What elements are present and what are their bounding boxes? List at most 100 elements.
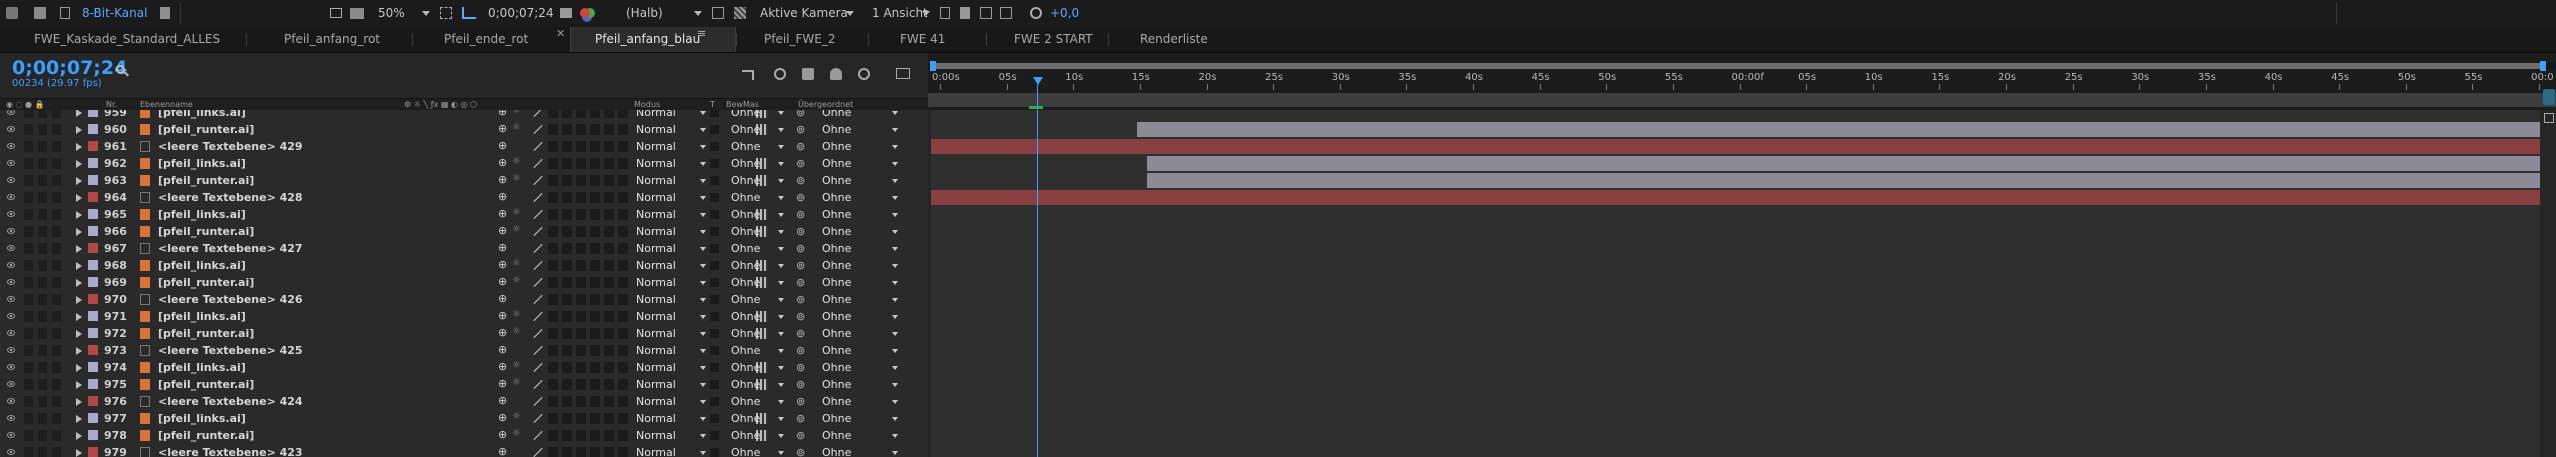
label-color-swatch[interactable]: [88, 311, 98, 321]
collapse-switch-icon[interactable]: ☼: [512, 275, 521, 286]
visibility-eye-icon[interactable]: [7, 126, 15, 132]
blend-mode-select[interactable]: Normal: [636, 223, 676, 240]
visibility-eye-icon[interactable]: [7, 245, 15, 251]
layer-switch-box[interactable]: [618, 209, 628, 220]
layer-switch-box[interactable]: [618, 294, 628, 305]
shy-switch-icon[interactable]: ⊕: [498, 224, 507, 237]
layer-name[interactable]: <leere Textebene> 425: [158, 342, 303, 359]
lock-switch[interactable]: [52, 110, 61, 118]
layer-name[interactable]: [pfeil_runter.ai]: [158, 274, 254, 291]
lock-switch[interactable]: [52, 345, 61, 356]
layer-switch-box[interactable]: [590, 226, 600, 237]
view-layout-select[interactable]: 1 Ansicht: [872, 0, 928, 27]
layer-switch-box[interactable]: [590, 379, 600, 390]
track-matte-select[interactable]: Ohne: [731, 376, 760, 393]
preserve-transparency-checkbox[interactable]: [710, 295, 719, 304]
layer-switch-box[interactable]: [618, 124, 628, 135]
quality-switch-icon[interactable]: [533, 277, 543, 288]
layer-switch-box[interactable]: [562, 396, 572, 407]
lock-switch[interactable]: [52, 447, 61, 457]
parent-dropdown-arrow[interactable]: [892, 128, 898, 132]
parent-pickwhip-icon[interactable]: ⊚: [796, 427, 805, 444]
layer-switch-box[interactable]: [604, 192, 614, 203]
parent-select[interactable]: Ohne: [822, 240, 851, 257]
playhead-handle[interactable]: [1033, 77, 1043, 85]
bit-depth-toggle[interactable]: 8-Bit-Kanal: [82, 0, 147, 27]
quality-switch-icon[interactable]: [533, 243, 543, 254]
expand-triangle-icon[interactable]: [76, 330, 82, 338]
layer-name[interactable]: [pfeil_runter.ai]: [158, 172, 254, 189]
resolution-select[interactable]: (Halb): [626, 0, 663, 27]
parent-select[interactable]: Ohne: [822, 291, 851, 308]
blend-mode-dropdown-arrow[interactable]: [700, 264, 706, 268]
layer-switch-box[interactable]: [576, 192, 586, 203]
parent-pickwhip-icon[interactable]: ⊚: [796, 308, 805, 325]
solo-switch[interactable]: [38, 243, 47, 254]
parent-select[interactable]: Ohne: [822, 427, 851, 444]
tab-fwe-kaskade-standard-alles[interactable]: FWE_Kaskade_Standard_ALLES: [34, 27, 220, 52]
parent-select[interactable]: Ohne: [822, 444, 851, 457]
solo-switch[interactable]: [38, 430, 47, 441]
visibility-eye-icon[interactable]: [7, 110, 15, 115]
parent-dropdown-arrow[interactable]: [892, 196, 898, 200]
layer-row[interactable]: 979 <leere Textebene> 423 ⊕ Normal Ohne ⊚ Ohne: [0, 444, 928, 457]
preserve-transparency-checkbox[interactable]: [710, 176, 719, 185]
layer-switch-box[interactable]: [618, 413, 628, 424]
label-color-swatch[interactable]: [88, 226, 98, 236]
zoom-dropdown-arrow[interactable]: [422, 11, 430, 16]
comp-mini-flowchart-icon[interactable]: [742, 70, 754, 80]
label-color-swatch[interactable]: [88, 277, 98, 287]
blend-mode-dropdown-arrow[interactable]: [700, 128, 706, 132]
layer-switch-box[interactable]: [548, 311, 558, 322]
layer-switch-box[interactable]: [590, 328, 600, 339]
expand-triangle-icon[interactable]: [76, 381, 82, 389]
lock-switch[interactable]: [52, 260, 61, 271]
parent-pickwhip-icon[interactable]: ⊚: [796, 155, 805, 172]
layer-switch-box[interactable]: [562, 362, 572, 373]
quality-switch-icon[interactable]: [533, 192, 543, 203]
audio-switch[interactable]: [24, 311, 33, 322]
parent-select[interactable]: Ohne: [822, 172, 851, 189]
lock-switch[interactable]: [52, 175, 61, 186]
quality-switch-icon[interactable]: [533, 345, 543, 356]
layer-switch-box[interactable]: [604, 379, 614, 390]
layer-switch-box[interactable]: [576, 110, 586, 118]
layer-switch-box[interactable]: [590, 430, 600, 441]
layer-row[interactable]: 977 [pfeil_links.ai] ⊕ ☼ Normal Ohne ⊚ Ohne: [0, 410, 928, 428]
expand-triangle-icon[interactable]: [76, 245, 82, 253]
composition-icon[interactable]: [60, 7, 70, 19]
preserve-transparency-checkbox[interactable]: [710, 110, 719, 117]
layer-switch-box[interactable]: [576, 277, 586, 288]
blend-mode-select[interactable]: Normal: [636, 155, 676, 172]
shy-switch-icon[interactable]: ⊕: [498, 110, 507, 118]
blend-mode-dropdown-arrow[interactable]: [700, 162, 706, 166]
layer-switch-box[interactable]: [618, 260, 628, 271]
track-matte-dropdown-arrow[interactable]: [778, 128, 784, 132]
layer-duration-bar[interactable]: [931, 139, 2540, 154]
track-matte-dropdown-arrow[interactable]: [778, 230, 784, 234]
layer-switch-box[interactable]: [576, 413, 586, 424]
layer-switch-box[interactable]: [618, 362, 628, 373]
fast-previews-icon[interactable]: [960, 7, 970, 19]
comp-button-icon[interactable]: [2543, 89, 2555, 105]
expand-triangle-icon[interactable]: [76, 364, 82, 372]
layer-switch-box[interactable]: [604, 158, 614, 169]
preserve-transparency-checkbox[interactable]: [710, 244, 719, 253]
shy-switch-icon[interactable]: ⊕: [498, 258, 507, 271]
region-of-interest-icon[interactable]: [712, 7, 724, 19]
layer-row[interactable]: 973 <leere Textebene> 425 ⊕ Normal Ohne ⊚ Ohne: [0, 342, 928, 360]
lock-switch[interactable]: [52, 294, 61, 305]
parent-select[interactable]: Ohne: [822, 342, 851, 359]
layer-switch-box[interactable]: [548, 277, 558, 288]
layer-switch-box[interactable]: [576, 311, 586, 322]
preserve-transparency-checkbox[interactable]: [710, 414, 719, 423]
parent-pickwhip-icon[interactable]: ⊚: [796, 342, 805, 359]
resolution-dropdown-arrow[interactable]: [694, 11, 702, 16]
solo-switch[interactable]: [38, 413, 47, 424]
layer-name[interactable]: <leere Textebene> 424: [158, 393, 303, 410]
parent-pickwhip-icon[interactable]: ⊚: [796, 110, 805, 121]
visibility-eye-icon[interactable]: [7, 228, 15, 234]
layer-name[interactable]: [pfeil_runter.ai]: [158, 223, 254, 240]
layer-switch-box[interactable]: [576, 260, 586, 271]
layer-switch-box[interactable]: [604, 226, 614, 237]
